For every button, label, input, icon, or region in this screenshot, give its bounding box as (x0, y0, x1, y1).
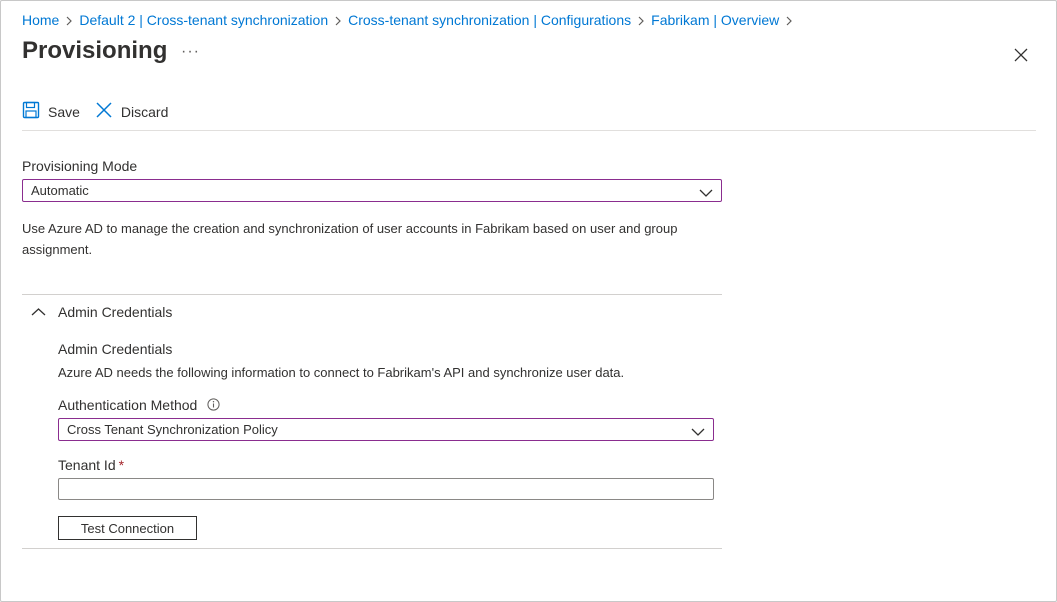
command-bar: Save Discard (22, 101, 183, 122)
section-divider-bottom (22, 548, 722, 549)
chevron-right-icon (328, 12, 348, 28)
save-icon (22, 101, 48, 122)
chevron-right-icon (59, 12, 79, 28)
auth-method-value: Cross Tenant Synchronization Policy (67, 422, 278, 437)
discard-label: Discard (120, 103, 169, 120)
info-icon[interactable] (207, 398, 220, 414)
chevron-up-icon (31, 304, 58, 320)
chevron-right-icon (631, 12, 651, 28)
breadcrumb-fabrikam-overview[interactable]: Fabrikam | Overview (651, 12, 779, 28)
admin-credentials-toggle[interactable]: Admin Credentials (31, 304, 172, 320)
discard-button[interactable]: Discard (95, 101, 168, 122)
provisioning-description: Use Azure AD to manage the creation and … (22, 221, 678, 257)
save-label: Save (48, 103, 80, 120)
page-title: Provisioning (22, 37, 168, 64)
auth-method-label-row: Authentication Method (58, 397, 220, 414)
auth-method-dropdown[interactable]: Cross Tenant Synchronization Policy (58, 418, 714, 441)
test-connection-button[interactable]: Test Connection (58, 516, 197, 540)
required-marker: * (118, 457, 125, 473)
tenant-id-label: Tenant Id (58, 457, 116, 473)
tenant-id-label-row: Tenant Id * (58, 457, 124, 473)
breadcrumb-home[interactable]: Home (22, 12, 59, 28)
chevron-down-icon (691, 425, 705, 440)
breadcrumb-configurations[interactable]: Cross-tenant synchronization | Configura… (348, 12, 631, 28)
breadcrumb-default-cross-tenant-sync[interactable]: Default 2 | Cross-tenant synchronization (79, 12, 328, 28)
provisioning-mode-value: Automatic (31, 183, 89, 198)
chevron-right-icon (779, 12, 799, 28)
provisioning-mode-dropdown[interactable]: Automatic (22, 179, 722, 202)
tenant-id-input[interactable] (58, 478, 714, 500)
discard-icon (95, 101, 121, 122)
auth-method-label: Authentication Method (58, 397, 198, 413)
provisioning-blade: Home Default 2 | Cross-tenant synchroniz… (0, 0, 1057, 602)
toolbar-divider (22, 130, 1036, 131)
breadcrumb: Home Default 2 | Cross-tenant synchroniz… (22, 12, 799, 28)
admin-credentials-heading: Admin Credentials (58, 341, 173, 357)
save-button[interactable]: Save (22, 101, 80, 122)
admin-credentials-section-label: Admin Credentials (58, 304, 173, 320)
provisioning-mode-label: Provisioning Mode (22, 158, 138, 174)
admin-credentials-description: Azure AD needs the following information… (58, 365, 625, 380)
more-options-button[interactable]: ··· (181, 43, 200, 61)
section-divider-top (22, 294, 722, 295)
chevron-down-icon (699, 186, 713, 201)
close-icon[interactable] (1012, 46, 1030, 64)
